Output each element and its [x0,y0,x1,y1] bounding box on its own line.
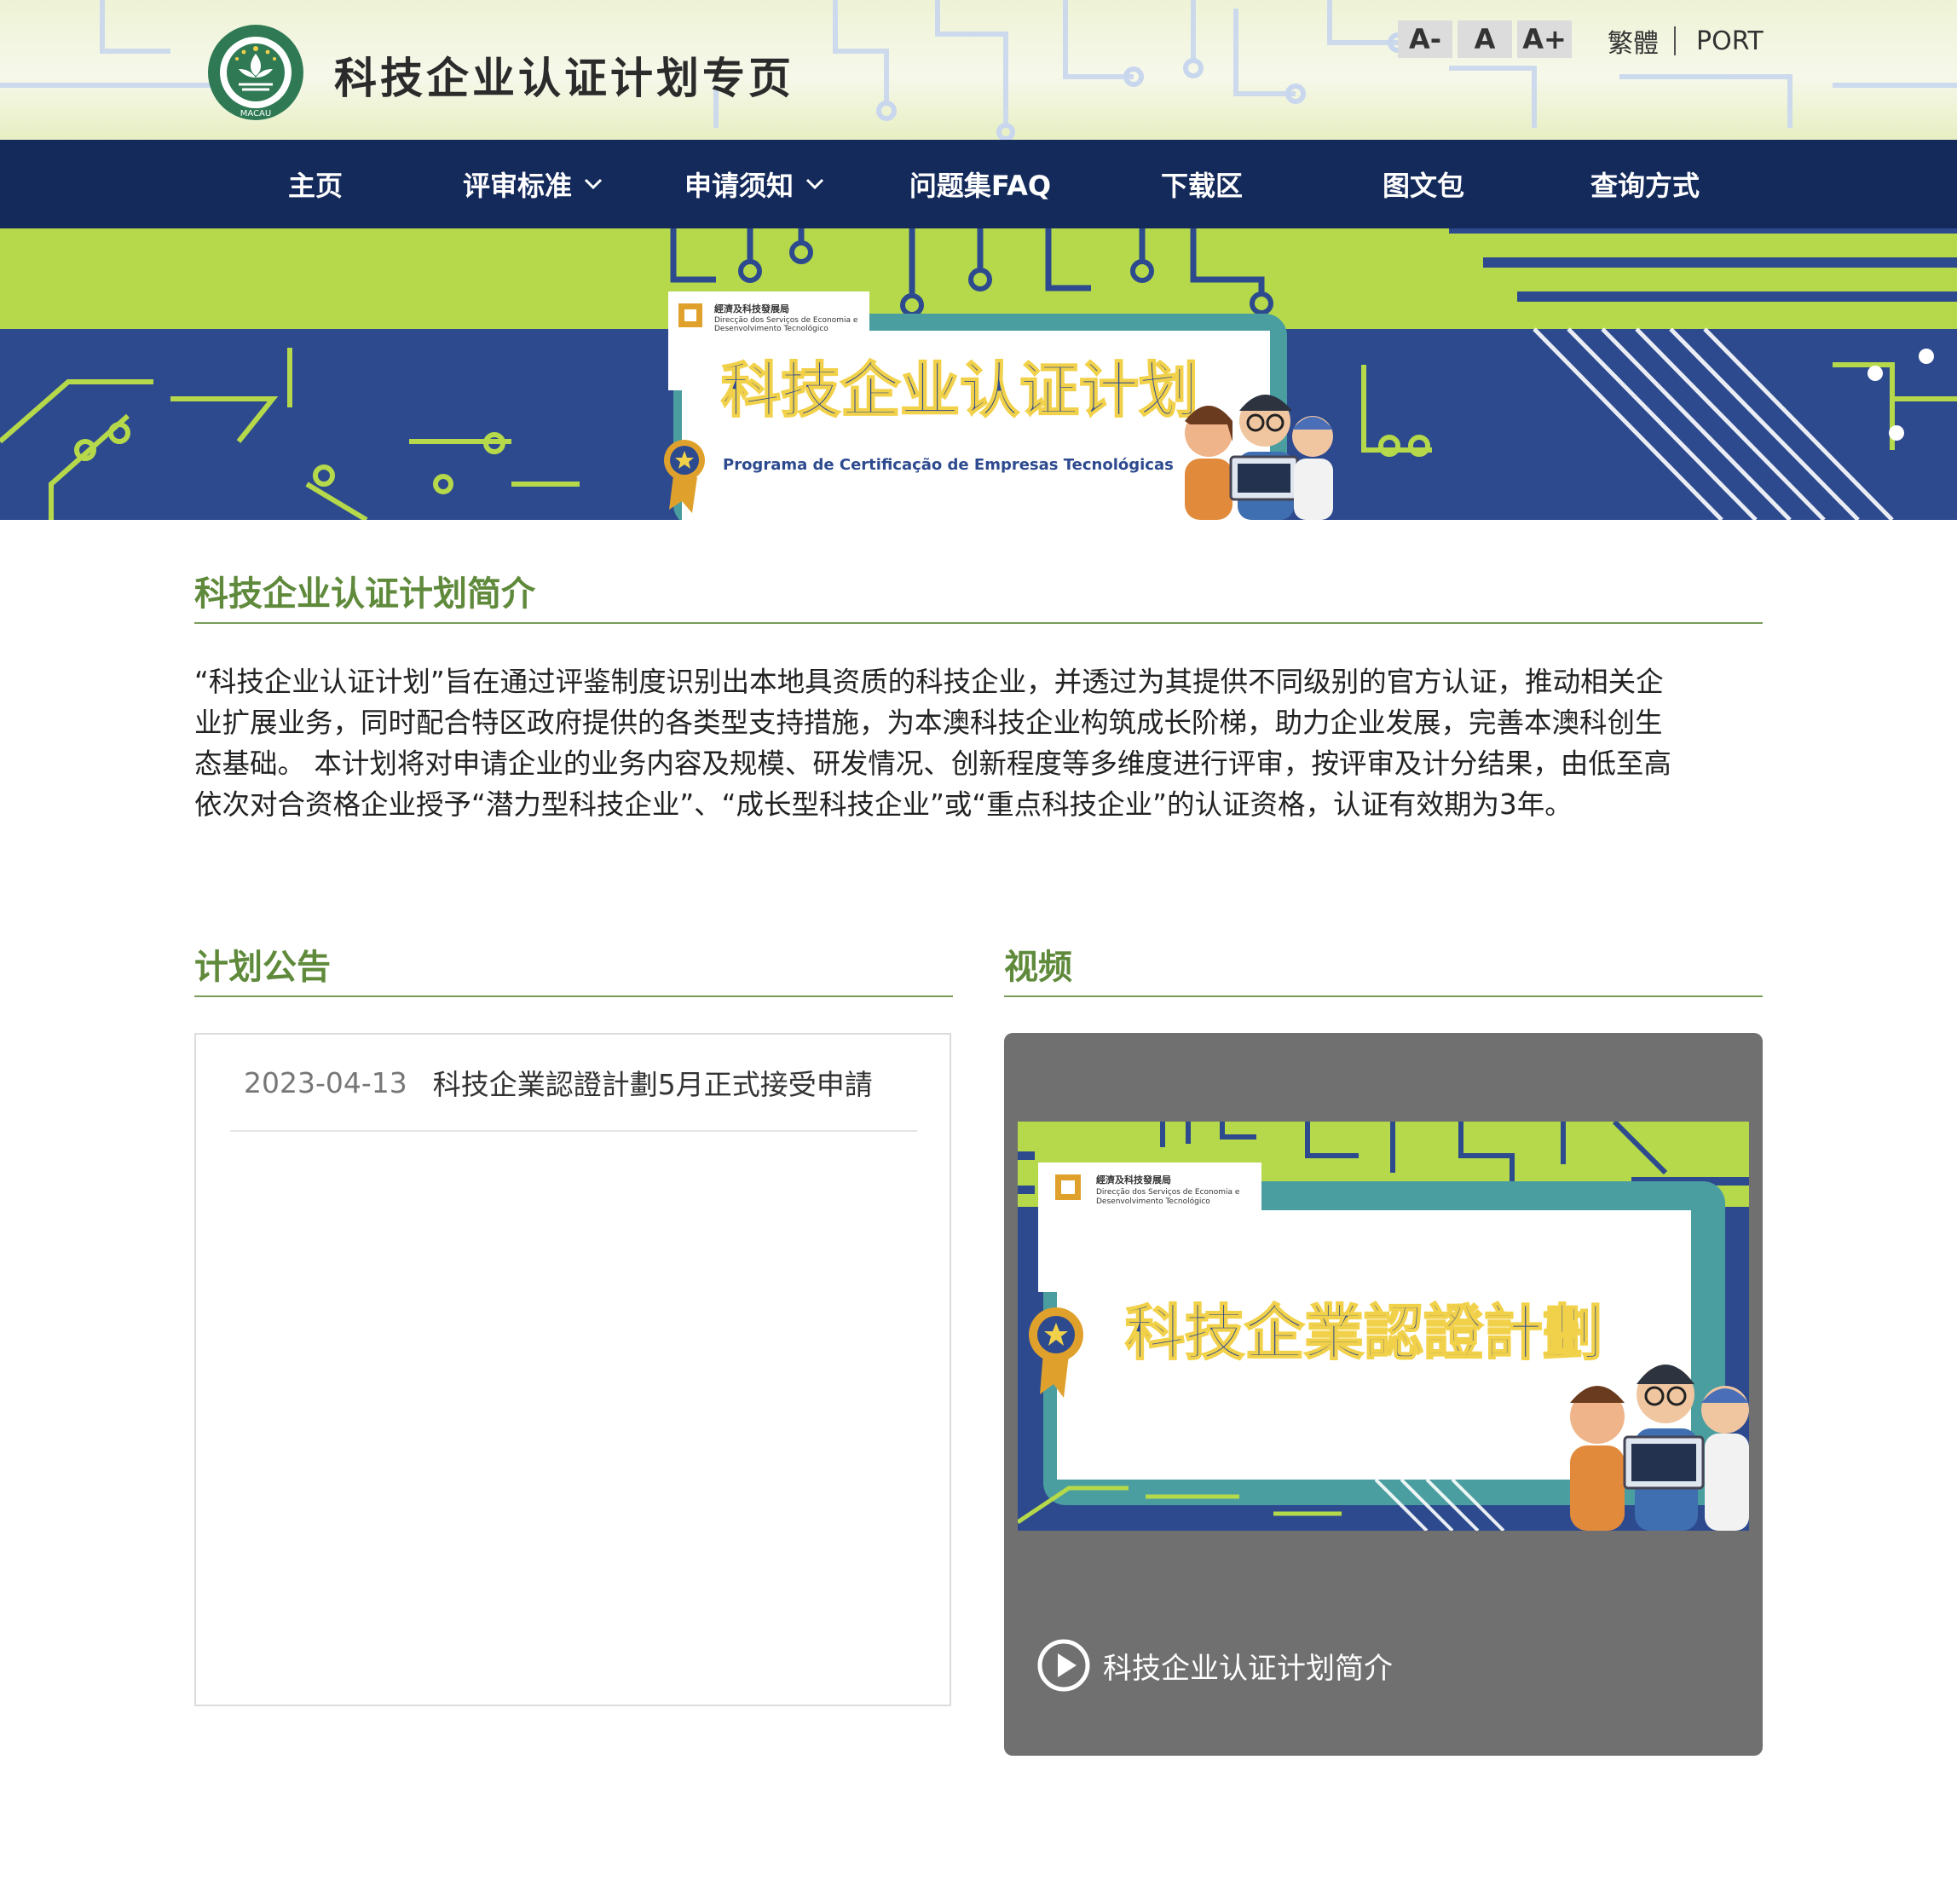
nav-item-infographics[interactable]: 图文包 [1347,140,1500,228]
chevron-down-icon [805,178,824,190]
nav-item-label: 申请须知 [684,170,794,202]
font-size-controls: A- A A+ [1398,20,1572,58]
svg-text:Direcção dos Serviços de Econo: Direcção dos Serviços de Economia e [1096,1188,1240,1197]
svg-text:經濟及科技發展局: 經濟及科技發展局 [714,303,789,314]
lang-portuguese-link[interactable]: PORT [1696,26,1764,56]
language-switcher: 繁體 PORT [1608,22,1764,60]
video-section-title: 视频 [1004,948,1072,987]
svg-text:Programa de Certificação de Em: Programa de Certificação de Empresas Tec… [723,456,1174,474]
banner-illustration: 經濟及科技發展局 Direcção dos Serviços de Econom… [0,228,1957,520]
nav-item-label: 问题集FAQ [909,170,1052,202]
intro-paragraph: “科技企业认证计划”旨在通过评鉴制度识别出本地具资质的科技企业，并透过为其提供不… [194,661,1763,825]
chevron-down-icon [584,178,603,190]
intro-line: 态基础。 本计划将对申请企业的业务内容及规模、研发情况、创新程度等多维度进行评审… [194,747,1671,780]
font-reset-button[interactable]: A [1458,20,1512,58]
intro-line: 依次对合资格企业授予“潜力型科技企业”、“成长型科技企业”或“重点科技企业”的认… [194,788,1573,821]
video-player[interactable]: 經濟及科技發展局 Direcção dos Serviços de Econom… [1004,1033,1763,1756]
site-title[interactable]: 科技企业认证计划专页 [334,44,794,106]
nav-item-label: 图文包 [1382,170,1464,202]
main-navigation: 主页 评审标准 申请须知 问题集FAQ 下载区 图文包 查询方式 [0,140,1957,228]
svg-text:Desenvolvimento Tecnológico: Desenvolvimento Tecnológico [714,324,828,333]
announcement-item[interactable]: 2023-04-13 科技企業認證計劃5月正式接受申請 [230,1035,917,1132]
intro-line: “科技企业认证计划”旨在通过评鉴制度识别出本地具资质的科技企业，并透过为其提供不… [194,666,1664,698]
nav-item-label: 主页 [287,170,343,202]
font-decrease-button[interactable]: A- [1398,20,1452,58]
nav-item-criteria[interactable]: 评审标准 [443,140,622,228]
video-thumbnail[interactable]: 經濟及科技發展局 Direcção dos Serviços de Econom… [1018,1122,1749,1531]
macau-emblem-logo[interactable]: MACAU [205,21,307,124]
site-header: MACAU 科技企业认证计划专页 A- A A+ 繁體 PORT [0,0,1957,140]
svg-text:科技企業認證計劃: 科技企業認證計劃 [1125,1298,1602,1368]
video-caption-text: 科技企业认证计划简介 [1103,1651,1393,1686]
nav-item-faq[interactable]: 问题集FAQ [886,140,1074,228]
nav-item-label: 查询方式 [1590,170,1700,202]
svg-text:MACAU: MACAU [240,109,271,118]
announcements-section-title: 计划公告 [194,948,331,987]
nav-item-application[interactable]: 申请须知 [665,140,844,228]
announcements-list: 2023-04-13 科技企業認證計劃5月正式接受申請 [194,1033,951,1706]
nav-item-home[interactable]: 主页 [256,140,375,228]
video-divider [1004,995,1763,997]
nav-item-label: 评审标准 [462,170,572,202]
lang-traditional-link[interactable]: 繁體 [1608,22,1659,60]
intro-divider [194,622,1763,624]
video-thumbnail-illustration: 經濟及科技發展局 Direcção dos Serviços de Econom… [1018,1122,1749,1531]
people-illustration [1570,1365,1749,1531]
intro-section-title: 科技企业认证计划简介 [194,574,535,614]
svg-text:Desenvolvimento Tecnológico: Desenvolvimento Tecnológico [1096,1197,1210,1206]
video-caption[interactable]: 科技企业认证计划简介 [1036,1638,1393,1693]
svg-text:經濟及科技發展局: 經濟及科技發展局 [1096,1174,1171,1186]
hero-banner: 經濟及科技發展局 Direcção dos Serviços de Econom… [0,228,1957,520]
svg-text:Direcção dos Serviços de Econo: Direcção dos Serviços de Economia e [714,316,858,325]
announcement-title[interactable]: 科技企業認證計劃5月正式接受申請 [433,1062,873,1103]
intro-line: 业扩展业务，同时配合特区政府提供的各类型支持措施，为本澳科技企业构筑成长阶梯，助… [194,707,1663,739]
nav-item-contact[interactable]: 查询方式 [1568,140,1722,228]
play-icon[interactable] [1036,1638,1091,1693]
nav-item-label: 下载区 [1160,170,1243,202]
font-increase-button[interactable]: A+ [1517,20,1572,58]
announcement-date: 2023-04-13 [244,1065,407,1099]
nav-item-downloads[interactable]: 下载区 [1125,140,1279,228]
lang-divider [1674,26,1676,55]
announcements-divider [194,995,953,997]
svg-text:科技企业认证计划: 科技企业认证计划 [721,355,1198,425]
